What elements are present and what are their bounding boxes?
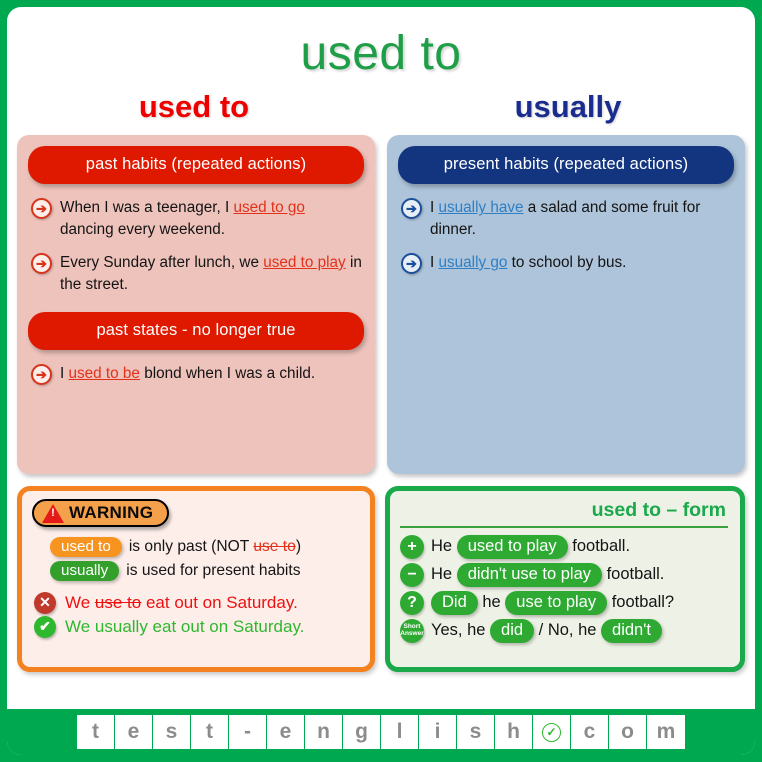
footer-tile: s [457, 715, 495, 749]
warning-badge: WARNING [32, 499, 170, 528]
left-subtitle-col: used to [7, 89, 381, 125]
form-row-question: ? Did he use to play football? [400, 590, 728, 615]
short-answer-icon: Short Answer [400, 618, 424, 643]
footer-tile: l [381, 715, 419, 749]
list-item: ➔ Every Sunday after lunch, we used to p… [31, 252, 362, 295]
footer-tile: - [229, 715, 267, 749]
footer-tile: i [419, 715, 457, 749]
site-footer: t e s t - e n g l i s h ✓ c o m [7, 709, 755, 755]
form-pill: Did [431, 590, 478, 615]
form-pill: didn't [601, 618, 662, 643]
warning-rule-text: is used for present habits [126, 561, 301, 579]
arrow-right-icon: ➔ [31, 252, 52, 274]
footer-tile: t [77, 715, 115, 749]
plus-circle-icon: + [400, 534, 424, 559]
list-item: ➔ I used to be blond when I was a child. [31, 363, 362, 386]
footer-tile: c [571, 715, 609, 749]
page-title: used to [300, 27, 462, 80]
arrow-right-icon: ➔ [31, 198, 52, 220]
question-circle-icon: ? [400, 590, 424, 615]
arrow-right-icon: ➔ [401, 252, 422, 274]
warning-rule-text: is only past (NOT use to) [128, 537, 302, 555]
subtitle-used-to: used to [138, 89, 250, 125]
footer-tile: t [191, 715, 229, 749]
footer-wordmark[interactable]: t e s t - e n g l i s h ✓ c o m [77, 715, 685, 749]
past-states-header: past states - no longer true [28, 312, 364, 351]
footer-tile: h [495, 715, 533, 749]
form-pill: used to play [456, 534, 568, 559]
list-item: ➔ When I was a teenager, I used to go da… [31, 197, 362, 240]
cross-circle-icon: ✕ [34, 591, 56, 614]
poster-inner: used to used to usually past habits (rep… [7, 7, 755, 755]
footer-tile: m [647, 715, 685, 749]
form-row-text: Did he use to play football? [431, 590, 674, 615]
present-habits-list: ➔ I usually have a salad and some fruit … [398, 184, 734, 274]
subtitle-usually: usually [514, 89, 622, 125]
warning-rules: used to is only past (NOT use to) usuall… [32, 528, 360, 581]
pill-usually: usually [50, 560, 120, 581]
warning-badge-label: WARNING [69, 503, 154, 523]
form-row-negative: − He didn't use to play football. [400, 562, 728, 587]
form-title: used to – form [591, 499, 726, 522]
form-pill: didn't use to play [456, 562, 603, 587]
past-habits-header: past habits (repeated actions) [28, 146, 364, 185]
minus-circle-icon: − [400, 562, 424, 587]
pill-used-to: used to [50, 536, 122, 557]
form-row-text: He used to play football. [431, 534, 630, 559]
bottom-boxes: WARNING used to is only past (NOT use to… [7, 474, 755, 673]
footer-tile: e [115, 715, 153, 749]
warning-rule: used to is only past (NOT use to) [50, 536, 360, 557]
warning-rule: usually is used for present habits [50, 560, 360, 581]
footer-tile: o [609, 715, 647, 749]
past-habits-list: ➔ When I was a teenager, I used to go da… [28, 184, 364, 295]
poster-frame: used to used to usually past habits (rep… [0, 0, 762, 762]
correct-example-text: We usually eat out on Saturday. [65, 616, 305, 636]
arrow-right-icon: ➔ [401, 198, 422, 220]
form-pill: did [490, 618, 535, 643]
list-item-text: I usually have a salad and some fruit fo… [430, 199, 701, 239]
warning-box: WARNING used to is only past (NOT use to… [17, 486, 375, 673]
warning-triangle-icon [42, 503, 64, 523]
form-box: used to – form + He used to play footbal… [385, 486, 745, 673]
present-habits-header: present habits (repeated actions) [398, 146, 734, 185]
subtitle-row: used to usually [7, 79, 755, 125]
usually-panel: present habits (repeated actions) ➔ I us… [387, 135, 745, 475]
footer-tile: g [343, 715, 381, 749]
list-item-text: When I was a teenager, I used to go danc… [60, 199, 305, 239]
form-divider [400, 526, 728, 528]
footer-tile: e [267, 715, 305, 749]
list-item-text: I usually go to school by bus. [430, 253, 627, 271]
list-item: ➔ I usually have a salad and some fruit … [401, 197, 732, 240]
form-row-short-answer: Short Answer Yes, he did / No, he didn't [400, 618, 728, 643]
incorrect-example-text: We use to eat out on Saturday. [65, 592, 298, 612]
check-circle-icon: ✔ [34, 615, 56, 638]
list-item: ➔ I usually go to school by bus. [401, 252, 732, 274]
incorrect-example: ✕ We use to eat out on Saturday. [34, 591, 360, 614]
past-states-list: ➔ I used to be blond when I was a child. [28, 350, 364, 386]
form-row-text: He didn't use to play football. [431, 562, 664, 587]
form-pill: use to play [505, 590, 608, 615]
right-subtitle-col: usually [381, 89, 755, 125]
footer-tile: s [153, 715, 191, 749]
footer-tile: n [305, 715, 343, 749]
list-item-text: Every Sunday after lunch, we used to pla… [60, 253, 362, 293]
check-circle-logo-icon: ✓ [533, 715, 571, 749]
arrow-right-icon: ➔ [31, 364, 52, 386]
correct-example: ✔ We usually eat out on Saturday. [34, 615, 360, 638]
warning-examples: ✕ We use to eat out on Saturday. ✔ We us… [32, 585, 360, 638]
comparison-panels: past habits (repeated actions) ➔ When I … [7, 125, 755, 475]
form-row-affirmative: + He used to play football. [400, 534, 728, 559]
form-row-text: Yes, he did / No, he didn't [431, 618, 662, 643]
used-to-panel: past habits (repeated actions) ➔ When I … [17, 135, 375, 475]
list-item-text: I used to be blond when I was a child. [60, 365, 316, 383]
